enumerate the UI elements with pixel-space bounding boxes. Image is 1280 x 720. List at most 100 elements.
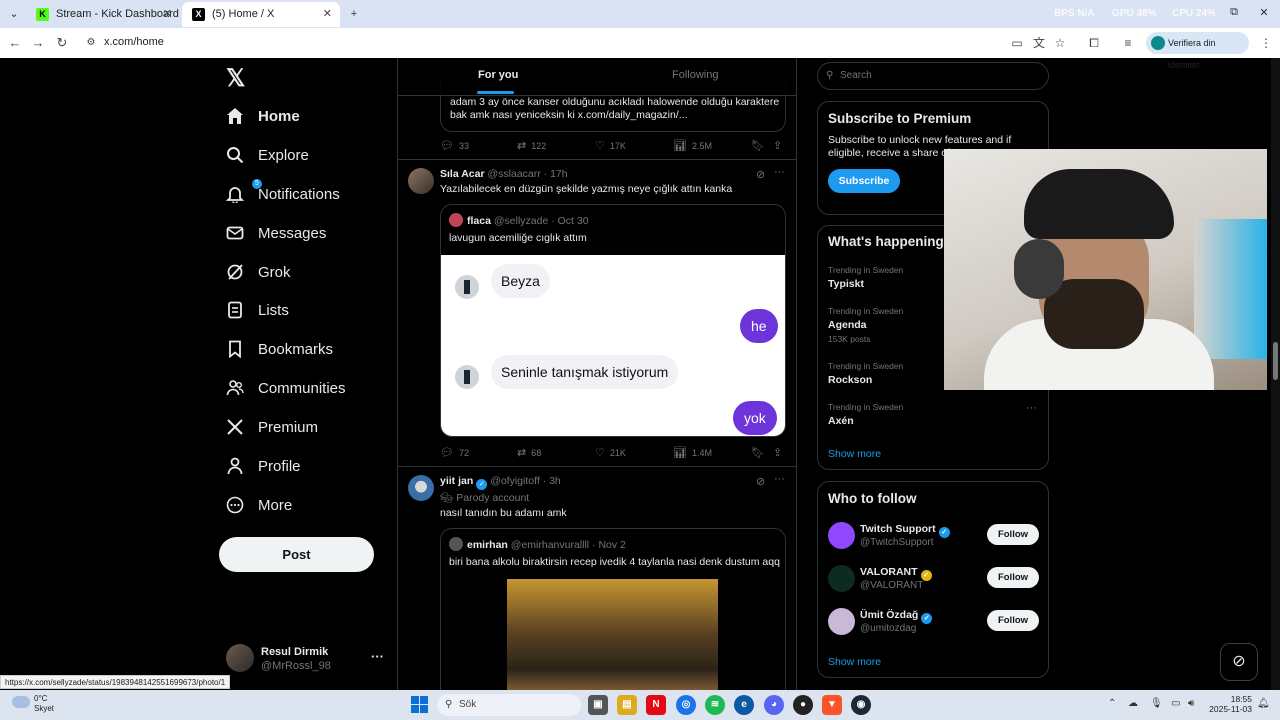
views-button[interactable]: 📊︎ 1.4M [673,446,712,459]
spotify-icon[interactable]: ≋ [705,695,725,715]
post-button[interactable]: Post [219,537,374,572]
more-dots-icon[interactable]: ··· [774,166,785,178]
share-button[interactable]: ⇪ [773,446,787,459]
install-icon[interactable]: ▭ [1009,35,1025,51]
tab-kick-dashboard[interactable]: K Stream - Kick Dashboard ✕ [26,2,180,27]
sidebar-item-profile[interactable]: Profile [226,449,396,483]
reload-icon[interactable]: ↻ [53,34,71,52]
x-logo-icon[interactable]: 𝕏 [226,64,245,93]
show-more-link[interactable]: Show more [828,656,881,668]
grok-icon[interactable]: ⊘ [756,475,765,488]
follow-suggestion[interactable]: VALORANT ✓ @VALORANT Follow [828,565,1040,595]
reply-button[interactable]: 💬︎ 33 [440,139,469,152]
more-dots-icon[interactable]: ··· [774,473,785,485]
share-button[interactable]: ⇪ [773,139,787,152]
system-clock[interactable]: 18:55 2025-11-03 [1208,694,1252,714]
tab-following[interactable]: Following [672,69,718,81]
scrollbar-thumb[interactable] [1273,342,1278,380]
follow-button[interactable]: Follow [987,610,1039,631]
show-more-link[interactable]: Show more [828,448,881,460]
scrollbar[interactable] [1271,58,1280,690]
edge-icon[interactable]: e [734,695,754,715]
chrome-icon[interactable]: ◎ [676,695,696,715]
monitor-icon[interactable]: ▭ [1171,698,1180,709]
like-button[interactable]: ♡ 17K [595,139,626,152]
taskbar-search-input[interactable]: ⚲ Sök [437,694,581,716]
browser-menu-icon[interactable]: ⋮ [1258,35,1274,51]
new-tab-icon[interactable]: + [346,6,362,22]
reply-button[interactable]: 💬︎ 72 [440,446,469,459]
sidebar-item-messages[interactable]: Messages [226,216,396,250]
follow-suggestion[interactable]: Ümit Özdağ ✓ @umitozdag Follow [828,608,1040,638]
tab-x-home[interactable]: X (5) Home / X ✕ [182,2,340,27]
reading-list-icon[interactable]: ≡ [1120,35,1136,51]
trend-item[interactable]: Trending in Sweden Axén [828,402,1038,427]
brave-icon[interactable]: ▼ [822,695,842,715]
weather-widget[interactable]: 0°C Skyet [12,694,54,714]
obs-icon[interactable]: ● [793,695,813,715]
grok-icon[interactable]: ⊘ [756,168,765,181]
cloud-tray-icon[interactable]: ☁ [1128,698,1138,709]
tweet-actions: 💬︎ 33 ⇄ 122 ♡ 17K 📊︎ 2.5M 🔖︎ ⇪ [440,139,786,153]
follow-button[interactable]: Follow [987,567,1039,588]
profile-verify-button[interactable]: Verifiera din identitet [1146,32,1249,70]
sidebar-item-notifications[interactable]: 5 Notifications [226,177,396,211]
close-tab-icon[interactable]: ✕ [163,2,172,27]
grok-fab-icon[interactable]: ⊘ [1220,643,1258,681]
follow-button[interactable]: Follow [987,524,1039,545]
discord-icon[interactable]: ◕ [764,695,784,715]
tab-for-you[interactable]: For you [478,69,518,81]
site-info-icon[interactable]: ⚙ [82,34,100,52]
views-button[interactable]: 📊︎ 2.5M [673,139,712,152]
file-explorer-icon[interactable]: ▤ [617,695,637,715]
sidebar-item-communities[interactable]: Communities [226,371,396,405]
more-dots-icon[interactable]: ··· [371,649,384,664]
star-icon[interactable]: ☆ [1052,35,1068,51]
sidebar-item-grok[interactable]: Grok [226,255,396,289]
quoted-tweet[interactable]: flaca @sellyzade · Oct 30 lavugun acemil… [440,204,786,437]
sidebar-item-bookmarks[interactable]: Bookmarks [226,332,396,366]
avatar[interactable] [408,475,434,501]
follow-suggestion[interactable]: Twitch Support ✓ @TwitchSupport Follow [828,522,1040,552]
sidebar-item-explore[interactable]: Explore [226,138,396,172]
like-button[interactable]: ♡ 21K [595,446,626,459]
translate-icon[interactable]: 文 [1031,35,1047,51]
close-tab-icon[interactable]: ✕ [323,2,332,27]
tab-search-icon[interactable]: ⌄ [6,6,22,22]
status-url: https://x.com/sellyzade/status/198394814… [0,675,231,689]
subscribe-button[interactable]: Subscribe [828,169,900,193]
tweet-author-name[interactable]: yiit jan [440,475,473,487]
extensions-icon[interactable]: ⧠ [1086,35,1102,51]
forward-icon[interactable]: → [29,34,47,52]
sidebar-item-premium[interactable]: Premium [226,410,396,444]
panel-title: Subscribe to Premium [828,111,972,126]
sidebar-item-more[interactable]: More [226,488,396,522]
bookmark-button[interactable]: 🔖︎ [751,139,770,152]
speaker-icon[interactable]: 🔊︎ [1188,698,1194,709]
netflix-icon[interactable]: N [646,695,666,715]
notification-bell-icon[interactable]: 🔔︎ [1257,698,1270,709]
selfie-photo-image[interactable] [507,579,718,690]
sidebar-item-home[interactable]: Home [226,99,396,133]
account-switcher[interactable]: Resul Dirmik @MrRossl_98 ··· [226,644,396,684]
bookmark-button[interactable]: 🔖︎ [751,446,770,459]
close-window-icon[interactable]: ✕ [1256,6,1272,19]
chat-screenshot-image[interactable]: Beyza he Seninle tanışmak istiyorum yok [441,255,785,436]
sidebar-item-lists[interactable]: Lists [226,293,396,327]
quoted-tweet[interactable]: emirhan @emirhanvurallll · Nov 2 biri ba… [440,528,786,690]
microphone-icon[interactable]: 🎙︎ [1150,698,1163,709]
avatar[interactable] [408,168,434,194]
steam-icon[interactable]: ◉ [851,695,871,715]
repost-button[interactable]: ⇄ 68 [517,446,541,459]
back-icon[interactable]: ← [6,34,24,52]
chevron-up-icon[interactable]: ⌃ [1108,698,1116,709]
tweet-author-name[interactable]: Sıla Acar [440,168,485,180]
more-dots-icon[interactable]: ··· [1026,402,1037,414]
windows-start-icon[interactable] [410,695,430,715]
repost-button[interactable]: ⇄ 122 [517,139,546,152]
search-input[interactable]: ⚲ Search [817,62,1049,90]
task-view-icon[interactable]: ▣ [588,695,608,715]
address-bar[interactable]: x.com/home [104,36,164,48]
views-count: 1.4M [691,447,712,458]
restore-icon[interactable]: ⧉ [1226,6,1242,19]
